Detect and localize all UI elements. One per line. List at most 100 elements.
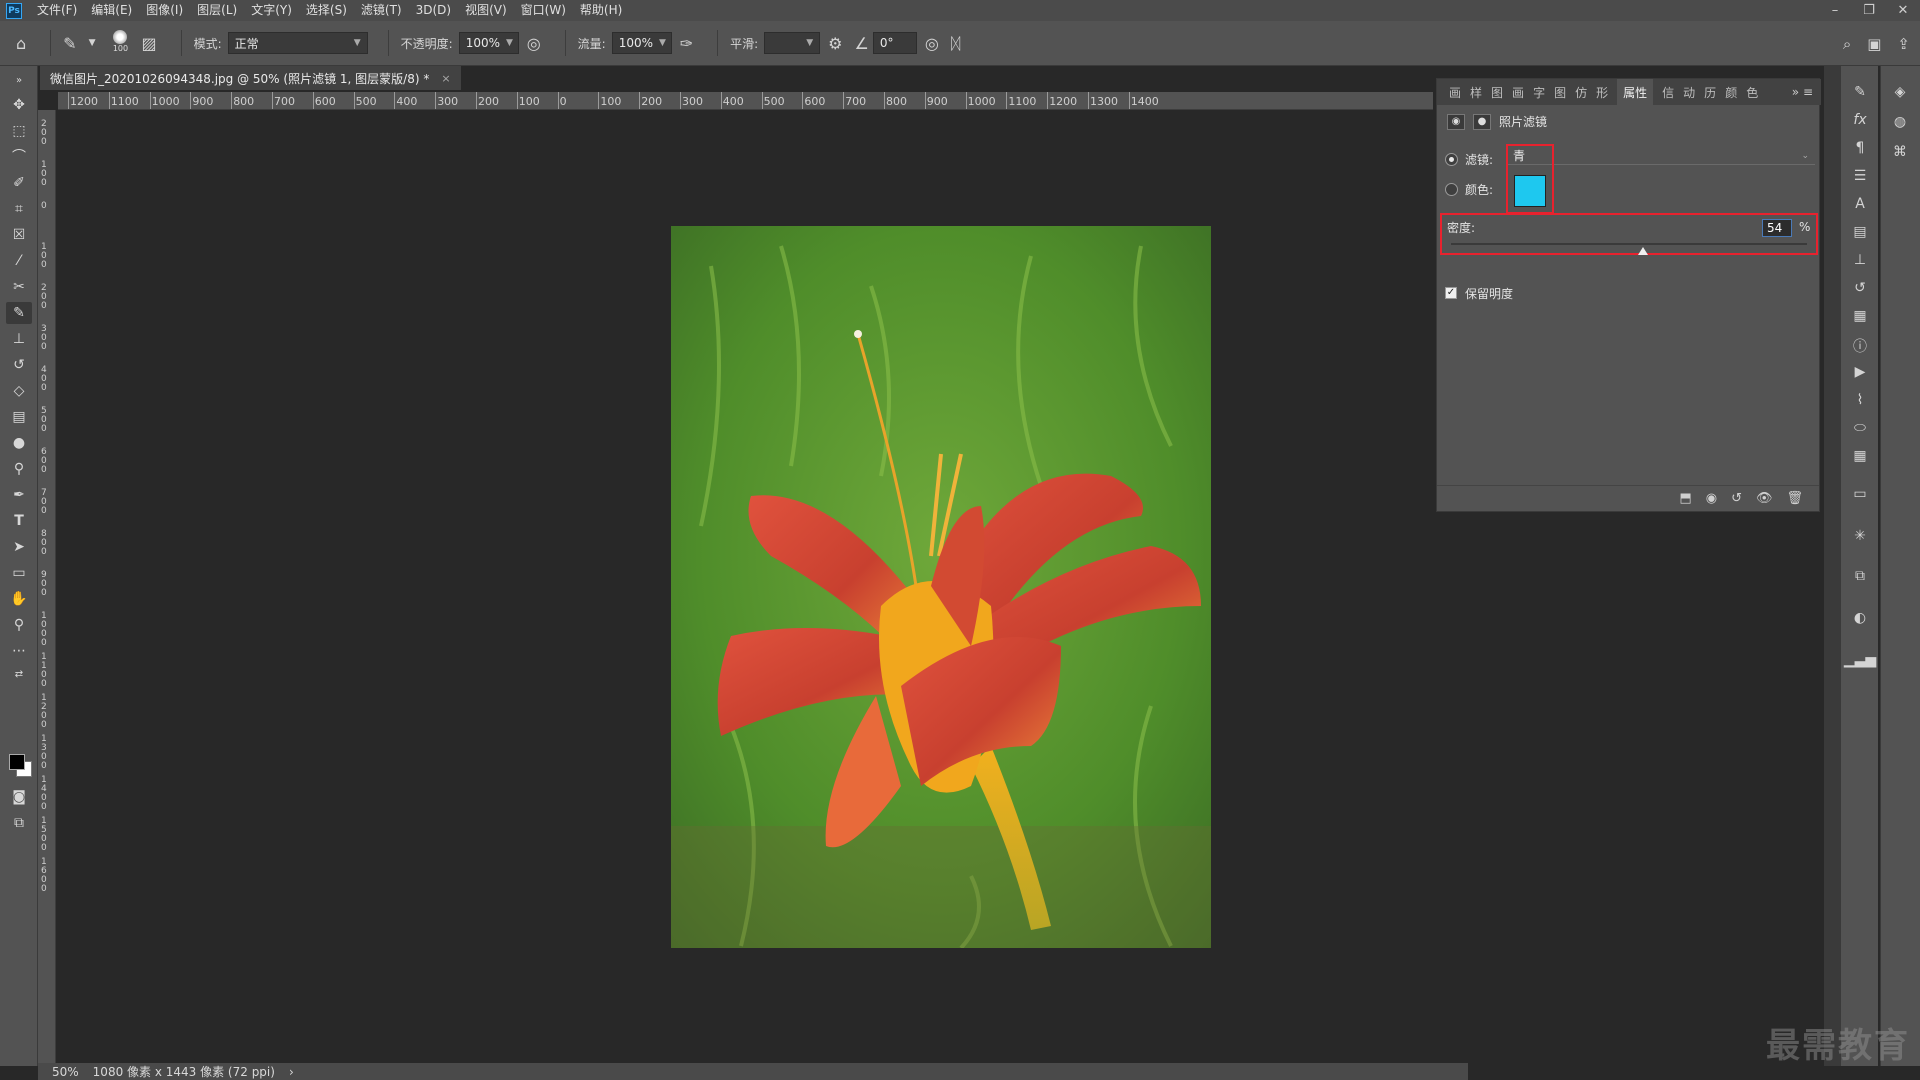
clone-stamp-icon[interactable]: ⊥	[6, 328, 32, 350]
restore-button[interactable]: ❐	[1852, 0, 1886, 21]
filter-radio[interactable]	[1445, 153, 1458, 166]
brush-preset-picker[interactable]: 100	[107, 28, 133, 58]
zoom-tool-icon[interactable]: ⚲	[6, 614, 32, 636]
tab-character[interactable]: 字	[1533, 84, 1545, 101]
move-tool-icon[interactable]: ✥	[6, 94, 32, 116]
trash-icon[interactable]: 🗑	[1786, 491, 1803, 506]
lasso-tool-icon[interactable]: ⌒	[6, 146, 32, 168]
preserve-luminosity-checkbox[interactable]: ✓	[1445, 287, 1457, 299]
pressure-opacity-icon[interactable]: ◎	[527, 34, 541, 53]
adjustments-icon[interactable]: ☰	[1841, 168, 1879, 184]
libraries-icon[interactable]: ▤	[1841, 224, 1879, 240]
glyphs-icon[interactable]: ⧉	[1841, 568, 1879, 584]
actions-play-icon[interactable]: ▶	[1841, 364, 1879, 380]
density-slider-track[interactable]	[1451, 243, 1807, 245]
path-selection-icon[interactable]: ➤	[6, 536, 32, 558]
zoom-level[interactable]: 50%	[52, 1065, 79, 1079]
chevron-down-icon[interactable]: ▼	[89, 38, 96, 48]
mode-select[interactable]: 正常 ▼	[227, 32, 368, 54]
document-image[interactable]	[671, 226, 1211, 948]
character-icon[interactable]: A	[1841, 196, 1879, 212]
menu-edit[interactable]: 编辑(E)	[84, 0, 139, 21]
home-icon[interactable]: ⌂	[16, 34, 26, 53]
smoothing-input[interactable]: ▼	[764, 32, 821, 54]
color-swatch[interactable]	[1514, 175, 1546, 207]
channels-dock-icon[interactable]: ◍	[1881, 114, 1919, 130]
gear-icon[interactable]: ⚙	[828, 34, 842, 53]
workspace-icon[interactable]: ▣	[1867, 35, 1881, 53]
menu-layer[interactable]: 图层(L)	[190, 0, 244, 21]
search-icon[interactable]: ⌕	[1843, 35, 1851, 53]
table-icon[interactable]: ▦	[1841, 448, 1879, 464]
notes-icon[interactable]: ▭	[1841, 486, 1879, 502]
history-icon[interactable]: ↺	[1841, 280, 1879, 296]
symmetry-icon[interactable]: ᛞ	[951, 34, 961, 53]
tab-color[interactable]: 颜	[1725, 84, 1737, 101]
tab-shapes[interactable]: 形	[1596, 84, 1608, 101]
rectangle-tool-icon[interactable]: ▭	[6, 562, 32, 584]
visibility-eye-icon[interactable]: 👁	[1756, 491, 1773, 506]
frame-tool-icon[interactable]: ☒	[6, 224, 32, 246]
fx-icon[interactable]: fx	[1841, 112, 1879, 128]
angle-input[interactable]: 0°	[872, 32, 917, 54]
menu-select[interactable]: 选择(S)	[299, 0, 354, 21]
healing-brush-icon[interactable]: ✂	[6, 276, 32, 298]
menu-image[interactable]: 图像(I)	[139, 0, 190, 21]
density-input[interactable]: 54	[1762, 219, 1792, 237]
gradient-icon[interactable]: ▤	[6, 406, 32, 428]
menu-type[interactable]: 文字(Y)	[244, 0, 299, 21]
menu-help[interactable]: 帮助(H)	[573, 0, 629, 21]
density-slider-thumb[interactable]	[1638, 247, 1649, 255]
tab-clone-source[interactable]: 仿	[1575, 84, 1587, 101]
quick-selection-icon[interactable]: ✐	[6, 172, 32, 194]
brush-settings-icon[interactable]: ✎	[1841, 84, 1879, 100]
brush-settings-icon[interactable]: ▨	[141, 34, 156, 53]
opacity-input[interactable]: 100% ▼	[458, 32, 519, 54]
timeline-icon[interactable]: ✳	[1841, 528, 1879, 544]
clip-to-layer-icon[interactable]: ⬒	[1679, 491, 1691, 506]
pen-tool-icon[interactable]: ✒	[6, 484, 32, 506]
eyedropper-icon[interactable]: ⁄	[6, 250, 32, 272]
color-picker[interactable]	[7, 752, 35, 780]
status-menu-arrow[interactable]: ›	[289, 1065, 294, 1079]
more-tools-icon[interactable]: ⋯	[6, 640, 32, 662]
channels-icon[interactable]: ▦	[1841, 308, 1879, 324]
document-tab[interactable]: 微信图片_20201026094348.jpg @ 50% (照片滤镜 1, 图…	[40, 66, 461, 90]
layers-icon[interactable]: ◈	[1881, 84, 1919, 100]
paragraph-icon[interactable]: ¶	[1841, 140, 1879, 156]
layer-mask-icon[interactable]: ●	[1473, 113, 1491, 130]
airbrush-icon[interactable]: ✑	[680, 34, 693, 53]
tab-history[interactable]: 历	[1704, 84, 1716, 101]
tab-actions[interactable]: 动	[1683, 84, 1695, 101]
menu-window[interactable]: 窗口(W)	[514, 0, 573, 21]
collapse-icon[interactable]: »	[6, 70, 32, 92]
quick-mask-icon[interactable]: ◙	[6, 786, 32, 808]
menu-view[interactable]: 视图(V)	[458, 0, 514, 21]
close-window-button[interactable]: ✕	[1886, 0, 1920, 21]
minimize-button[interactable]: –	[1818, 0, 1852, 21]
panel-expand-icon[interactable]: » ≡	[1792, 85, 1813, 99]
stamp-icon[interactable]: ⊥	[1841, 252, 1879, 268]
menu-file[interactable]: 文件(F)	[30, 0, 84, 21]
3d-icon[interactable]: ⬭	[1841, 420, 1879, 436]
reset-icon[interactable]: ↺	[1731, 491, 1742, 506]
tab-styles[interactable]: 样	[1470, 84, 1482, 101]
close-tab-button[interactable]: ×	[441, 72, 450, 85]
paths-icon[interactable]: ⌇	[1841, 392, 1879, 408]
paths-dock-icon[interactable]: ⌘	[1881, 144, 1919, 160]
swap-colors-icon[interactable]: ⇄	[6, 664, 32, 686]
flow-input[interactable]: 100% ▼	[611, 32, 672, 54]
view-previous-icon[interactable]: ◉	[1706, 491, 1717, 506]
menu-3d[interactable]: 3D(D)	[409, 0, 458, 21]
menu-filter[interactable]: 滤镜(T)	[354, 0, 409, 21]
share-icon[interactable]: ⇪	[1897, 35, 1910, 53]
history-brush-icon[interactable]: ↺	[6, 354, 32, 376]
tab-info[interactable]: 信	[1662, 84, 1674, 101]
tab-patterns[interactable]: 图	[1491, 84, 1503, 101]
dock-collapse-strip[interactable]	[1824, 66, 1840, 1066]
tab-swatches[interactable]: 色	[1746, 84, 1758, 101]
tab-gradients[interactable]: 图	[1554, 84, 1566, 101]
brush-tool-icon[interactable]: ✎	[63, 34, 76, 53]
tab-brushes[interactable]: 画	[1449, 84, 1461, 101]
crop-tool-icon[interactable]: ⌗	[6, 198, 32, 220]
